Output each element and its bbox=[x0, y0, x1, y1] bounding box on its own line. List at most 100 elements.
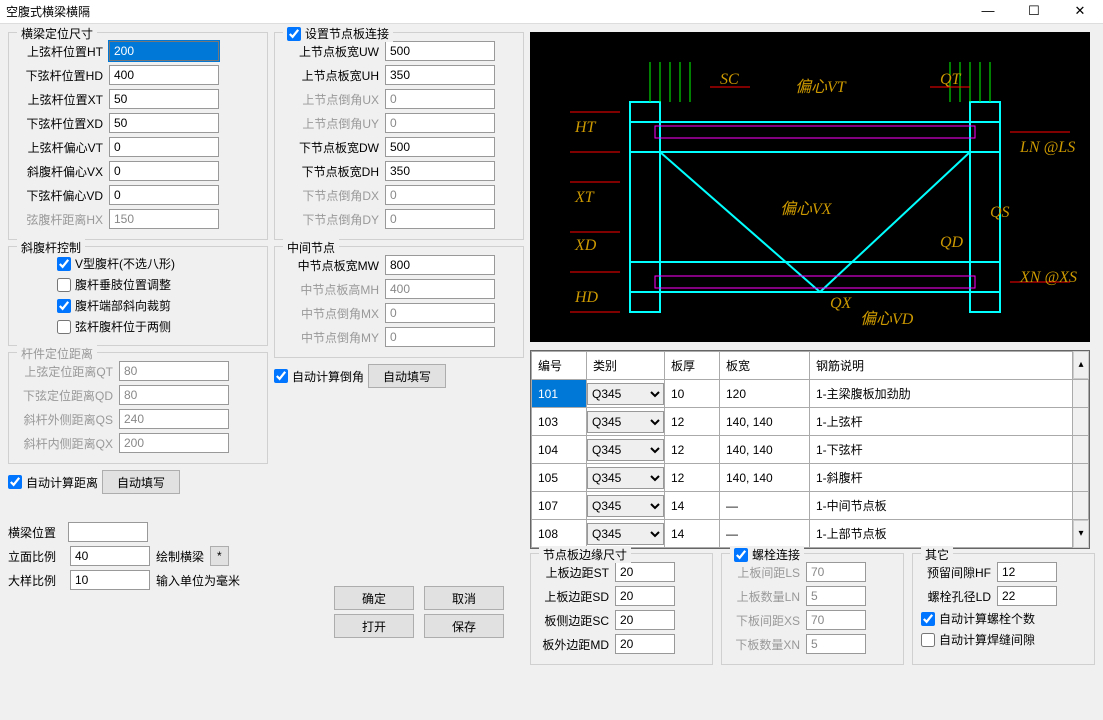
cell-id[interactable]: 104 bbox=[532, 436, 587, 464]
md-label: 板外边距MD bbox=[539, 636, 611, 653]
cell-thick[interactable]: 10 bbox=[665, 380, 720, 408]
cell-thick[interactable]: 14 bbox=[665, 520, 720, 548]
cell-type[interactable]: Q345 bbox=[587, 380, 665, 408]
bothside-checkbox[interactable]: 弦杆腹杆位于两侧 bbox=[57, 318, 171, 335]
vx-input[interactable] bbox=[109, 161, 219, 181]
cell-type[interactable]: Q345 bbox=[587, 492, 665, 520]
cell-thick[interactable]: 12 bbox=[665, 408, 720, 436]
type-select[interactable]: Q345 bbox=[587, 523, 664, 545]
nodeplate-checkbox[interactable]: 设置节点板连接 bbox=[283, 25, 393, 42]
detail-input[interactable] bbox=[70, 570, 150, 590]
xs-input bbox=[806, 610, 866, 630]
close-button[interactable]: ✕ bbox=[1057, 0, 1103, 24]
cell-rebar[interactable]: 1-主梁腹板加劲肋 bbox=[810, 380, 1073, 408]
vt-input[interactable] bbox=[109, 137, 219, 157]
vd-input[interactable] bbox=[109, 185, 219, 205]
cell-id[interactable]: 108 bbox=[532, 520, 587, 548]
sd-label: 上板边距SD bbox=[539, 588, 611, 605]
cell-type[interactable]: Q345 bbox=[587, 436, 665, 464]
bolt-checkbox[interactable]: 螺栓连接 bbox=[730, 546, 804, 563]
detail-label: 大样比例 bbox=[8, 572, 64, 589]
cell-width[interactable]: — bbox=[720, 492, 810, 520]
table-row[interactable]: 105Q34512140, 1401-斜腹杆 bbox=[532, 464, 1089, 492]
autodist-button[interactable]: 自动填写 bbox=[102, 470, 180, 494]
hx-input bbox=[109, 209, 219, 229]
ux-label: 上节点倒角UX bbox=[283, 91, 381, 108]
cancel-button[interactable]: 取消 bbox=[424, 586, 504, 610]
hd-input[interactable] bbox=[109, 65, 219, 85]
md-input[interactable] bbox=[615, 634, 675, 654]
diagram-preview: HT XT XD HD SC 偏心VT QT 偏心VX QD 偏心VD LN @… bbox=[530, 32, 1090, 342]
sd-input[interactable] bbox=[615, 586, 675, 606]
cell-thick[interactable]: 12 bbox=[665, 464, 720, 492]
sc-input[interactable] bbox=[615, 610, 675, 630]
table-row[interactable]: 107Q34514—1-中间节点板 bbox=[532, 492, 1089, 520]
cell-type[interactable]: Q345 bbox=[587, 408, 665, 436]
autoweld-checkbox[interactable]: 自动计算焊缝间隙 bbox=[921, 631, 1035, 648]
table-row[interactable]: 104Q34512140, 1401-下弦杆 bbox=[532, 436, 1089, 464]
hf-input[interactable] bbox=[997, 562, 1057, 582]
cell-id[interactable]: 105 bbox=[532, 464, 587, 492]
open-button[interactable]: 打开 bbox=[334, 614, 414, 638]
cell-width[interactable]: 140, 140 bbox=[720, 464, 810, 492]
xt-input[interactable] bbox=[109, 89, 219, 109]
save-button[interactable]: 保存 bbox=[424, 614, 504, 638]
rebar-table[interactable]: 编号 类别 板厚 板宽 钢筋说明 101Q345101201-主梁腹板加劲肋10… bbox=[530, 350, 1090, 549]
minimize-button[interactable]: — bbox=[965, 0, 1011, 24]
autochamfer-button[interactable]: 自动填写 bbox=[368, 364, 446, 388]
type-select[interactable]: Q345 bbox=[587, 383, 664, 405]
table-row[interactable]: 108Q34514—1-上部节点板 bbox=[532, 520, 1089, 548]
titlebar: 空腹式横梁横隔 — ☐ ✕ bbox=[0, 0, 1103, 24]
cell-type[interactable]: Q345 bbox=[587, 520, 665, 548]
ln-input bbox=[806, 586, 866, 606]
scroll-up-icon[interactable]: ▴ bbox=[1073, 351, 1089, 379]
svg-text:QX: QX bbox=[830, 295, 853, 312]
uh-input[interactable] bbox=[385, 65, 495, 85]
ld-input[interactable] bbox=[997, 586, 1057, 606]
cell-thick[interactable]: 14 bbox=[665, 492, 720, 520]
cell-rebar[interactable]: 1-下弦杆 bbox=[810, 436, 1073, 464]
maximize-button[interactable]: ☐ bbox=[1011, 0, 1057, 24]
cell-rebar[interactable]: 1-上部节点板 bbox=[810, 520, 1073, 548]
autobolt-checkbox[interactable]: 自动计算螺栓个数 bbox=[921, 610, 1035, 627]
dw-input[interactable] bbox=[385, 137, 495, 157]
uw-input[interactable] bbox=[385, 41, 495, 61]
autodist-checkbox[interactable]: 自动计算距离 bbox=[8, 474, 98, 491]
vshape-checkbox[interactable]: V型腹杆(不选八形) bbox=[57, 255, 175, 272]
cell-id[interactable]: 101 bbox=[532, 380, 587, 408]
draw-star-button[interactable]: * bbox=[210, 546, 229, 566]
cell-id[interactable]: 107 bbox=[532, 492, 587, 520]
cell-width[interactable]: — bbox=[720, 520, 810, 548]
table-row[interactable]: 101Q345101201-主梁腹板加劲肋 bbox=[532, 380, 1089, 408]
type-select[interactable]: Q345 bbox=[587, 467, 664, 489]
st-input[interactable] bbox=[615, 562, 675, 582]
cell-thick[interactable]: 12 bbox=[665, 436, 720, 464]
ok-button[interactable]: 确定 bbox=[334, 586, 414, 610]
dx-input bbox=[385, 185, 495, 205]
vertical-checkbox[interactable]: 腹杆垂肢位置调整 bbox=[57, 276, 171, 293]
elev-input[interactable] bbox=[70, 546, 150, 566]
cell-width[interactable]: 120 bbox=[720, 380, 810, 408]
cell-rebar[interactable]: 1-中间节点板 bbox=[810, 492, 1073, 520]
xd-input[interactable] bbox=[109, 113, 219, 133]
type-select[interactable]: Q345 bbox=[587, 411, 664, 433]
cell-type[interactable]: Q345 bbox=[587, 464, 665, 492]
cell-rebar[interactable]: 1-上弦杆 bbox=[810, 408, 1073, 436]
autochamfer-checkbox[interactable]: 自动计算倒角 bbox=[274, 368, 364, 385]
cell-id[interactable]: 103 bbox=[532, 408, 587, 436]
cell-width[interactable]: 140, 140 bbox=[720, 408, 810, 436]
cell-width[interactable]: 140, 140 bbox=[720, 436, 810, 464]
type-select[interactable]: Q345 bbox=[587, 495, 664, 517]
endcut-checkbox[interactable]: 腹杆端部斜向裁剪 bbox=[57, 297, 171, 314]
ht-input[interactable] bbox=[109, 41, 219, 61]
scroll-down-icon[interactable]: ▾ bbox=[1073, 520, 1089, 548]
cell-rebar[interactable]: 1-斜腹杆 bbox=[810, 464, 1073, 492]
dh-input[interactable] bbox=[385, 161, 495, 181]
group-diagonal-title: 斜腹杆控制 bbox=[17, 239, 85, 256]
beampos-input[interactable] bbox=[68, 522, 148, 542]
mw-input[interactable] bbox=[385, 255, 495, 275]
xt-label: 上弦杆位置XT bbox=[17, 91, 105, 108]
table-row[interactable]: 103Q34512140, 1401-上弦杆 bbox=[532, 408, 1089, 436]
type-select[interactable]: Q345 bbox=[587, 439, 664, 461]
dw-label: 下节点板宽DW bbox=[283, 139, 381, 156]
